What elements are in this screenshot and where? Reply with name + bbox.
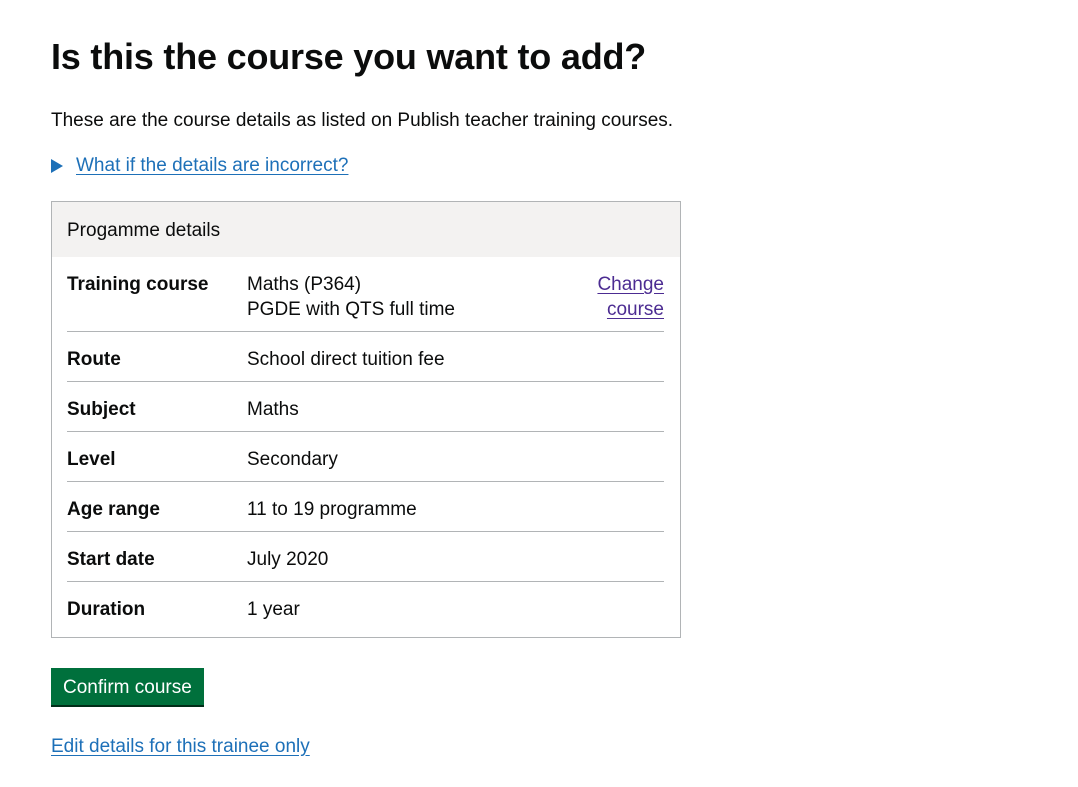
confirm-course-button[interactable]: Confirm course bbox=[51, 668, 204, 705]
change-course-link-line1[interactable]: Change bbox=[597, 274, 664, 295]
summary-row-duration: Duration 1 year bbox=[67, 582, 664, 637]
summary-value: Maths (P364) PGDE with QTS full time bbox=[247, 272, 564, 322]
page-title: Is this the course you want to add? bbox=[51, 36, 647, 77]
summary-card-header: Progamme details bbox=[52, 202, 680, 257]
summary-key: Duration bbox=[67, 599, 146, 620]
details-toggle[interactable]: What if the details are incorrect? bbox=[51, 153, 1078, 178]
summary-key: Level bbox=[67, 449, 116, 470]
course-name: Maths (P364) bbox=[247, 274, 362, 295]
summary-list: Training course Maths (P364) PGDE with Q… bbox=[52, 257, 680, 637]
disclosure-triangle-icon[interactable] bbox=[51, 158, 63, 173]
summary-row-start-date: Start date July 2020 bbox=[67, 532, 664, 582]
course-qualification: PGDE with QTS full time bbox=[247, 299, 455, 320]
summary-value: School direct tuition fee bbox=[247, 349, 445, 370]
summary-value: 11 to 19 programme bbox=[247, 499, 417, 520]
change-course-link-line2[interactable]: course bbox=[607, 299, 664, 320]
summary-row-age-range: Age range 11 to 19 programme bbox=[67, 482, 664, 532]
details-toggle-link[interactable]: What if the details are incorrect? bbox=[76, 153, 348, 178]
summary-action: Change course bbox=[564, 272, 664, 322]
summary-key: Subject bbox=[67, 399, 136, 420]
summary-row-training-course: Training course Maths (P364) PGDE with Q… bbox=[67, 257, 664, 332]
summary-value: Maths bbox=[247, 399, 299, 420]
summary-key: Age range bbox=[67, 499, 160, 520]
page-lede: These are the course details as listed o… bbox=[51, 110, 674, 131]
summary-value: 1 year bbox=[247, 599, 300, 620]
summary-key: Training course bbox=[67, 274, 209, 295]
edit-details-link[interactable]: Edit details for this trainee only bbox=[51, 734, 1078, 759]
summary-row-subject: Subject Maths bbox=[67, 382, 664, 432]
summary-value: July 2020 bbox=[247, 549, 329, 570]
page-container: Is this the course you want to add? Thes… bbox=[0, 0, 1078, 759]
summary-row-level: Level Secondary bbox=[67, 432, 664, 482]
summary-key: Route bbox=[67, 349, 121, 370]
summary-row-route: Route School direct tuition fee bbox=[67, 332, 664, 382]
summary-key: Start date bbox=[67, 549, 155, 570]
summary-card: Progamme details Training course Maths (… bbox=[51, 201, 681, 638]
summary-value: Secondary bbox=[247, 449, 338, 470]
change-course-link[interactable]: Change course bbox=[597, 274, 664, 320]
